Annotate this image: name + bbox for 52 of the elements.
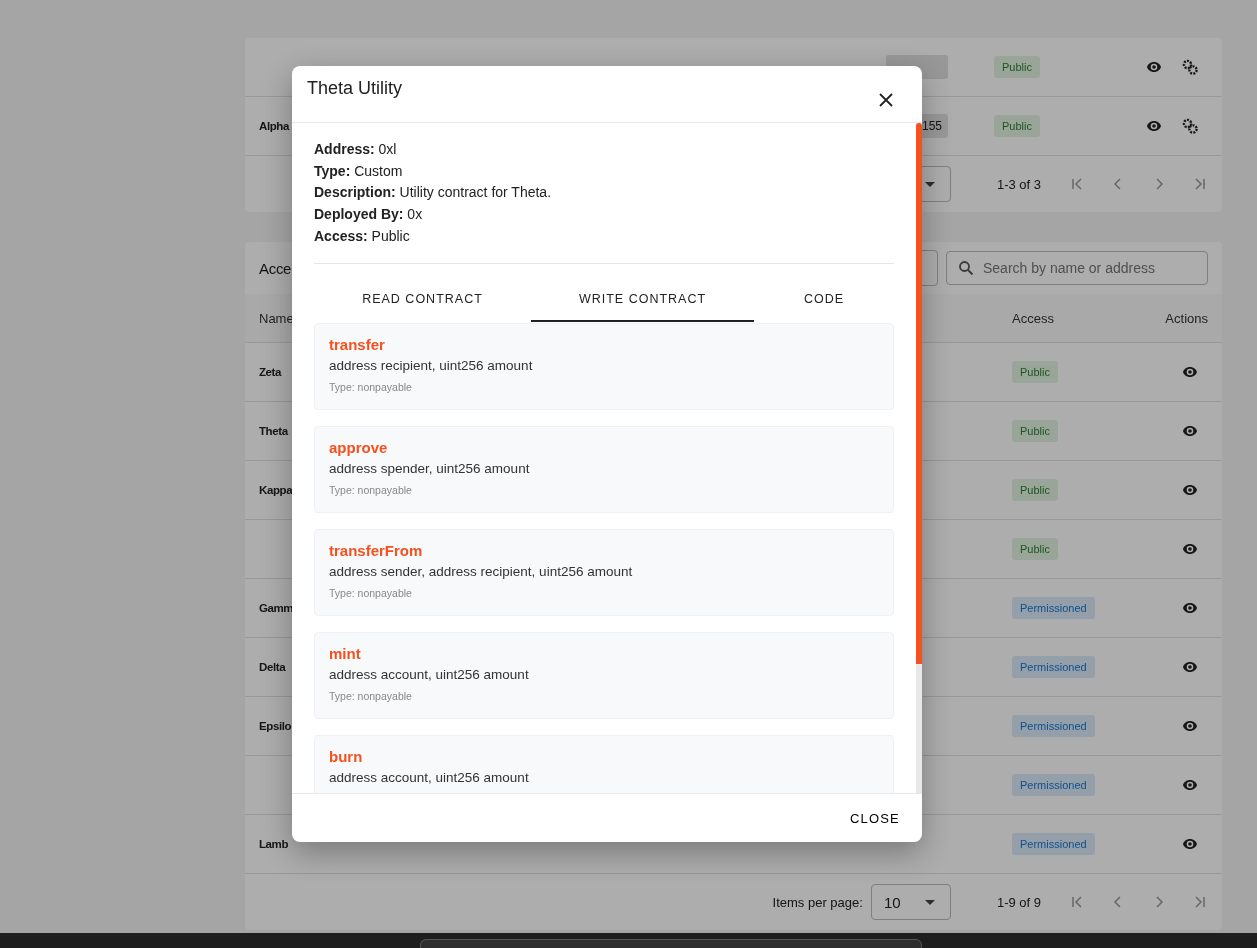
search-field[interactable]: Search by name or address [946,251,1208,285]
page-size-select[interactable]: 10 [870,884,951,920]
table-cell: Theta [259,425,288,437]
detail-line: Description: Utility contract for Theta. [314,183,553,203]
column-header: Actions [1165,310,1208,326]
page-range: 1-9 of 9 [996,894,1041,910]
access-badge: Public [994,56,1040,78]
column-header: Name [259,310,295,326]
function-name: approve [329,438,389,456]
function-params: address account, uint256 amount [329,666,530,682]
access-badge: Permissioned [1012,774,1095,796]
access-badge: Public [1012,479,1058,501]
function-name: transfer [329,335,386,353]
column-header: Access [1012,310,1055,326]
tab[interactable]: READ CONTRACT [314,277,531,322]
detail-line: Deployed By: 0x [314,205,424,225]
table-cell: Gamm [259,602,294,614]
access-badge: Permissioned [1012,597,1095,619]
close-button[interactable]: CLOSE [841,802,908,834]
access-badge: Public [1012,420,1058,442]
function-name: mint [329,644,362,662]
table-cell: Zeta [259,366,282,378]
function-params: address recipient, uint256 amount [329,357,534,373]
access-badge: Public [1012,538,1058,560]
table-cell: Kappa [259,484,293,496]
function-params: address spender, uint256 amount [329,460,531,476]
items-per-page-label: Items per page: [772,894,863,910]
function-name: transferFrom [329,541,424,559]
page-range: 1-3 of 3 [996,176,1041,192]
access-badge: Permissioned [1012,656,1095,678]
function-type: Type: nonpayable [329,483,413,496]
function-type: Type: nonpayable [329,380,413,393]
function-params: address sender, address recipient, uint256 amount [329,563,634,579]
tab[interactable]: WRITE CONTRACT [531,277,754,322]
table-cell: Epsilo [259,720,292,732]
function-name: burn [329,747,364,765]
access-badge: Public [1012,361,1058,383]
function-type: Type: nonpayable [329,689,413,702]
table-cell: Lamb [259,838,289,850]
table-cell: Alpha [259,120,289,132]
detail-line: Type: Custom [314,161,404,181]
function-params: address account, uint256 amount [329,769,530,785]
tab[interactable]: CODE [754,277,894,322]
table-cell: Delta [259,661,286,673]
dialog-title: Theta Utility [307,78,403,99]
detail-line: Address: 0xl [314,140,398,159]
function-type: Type: nonpayable [329,586,413,599]
detail-line: Access: Public [314,226,411,246]
access-badge: Permissioned [1012,833,1095,855]
access-badge: Permissioned [1012,715,1095,737]
card-title: Acce [259,259,292,277]
access-badge: Public [994,115,1040,137]
